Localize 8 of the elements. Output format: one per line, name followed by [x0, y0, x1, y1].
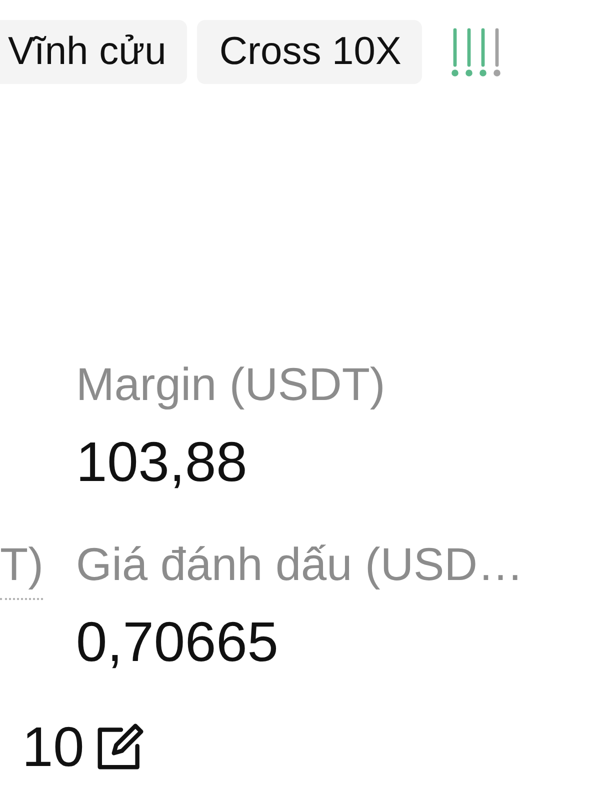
- stat-label: Giá đánh dấu (USD…: [76, 537, 524, 592]
- tag-chip[interactable]: Cross 10X: [197, 20, 422, 84]
- stat-value: 10: [22, 715, 84, 779]
- stat-value: 0,70665: [76, 610, 278, 674]
- stat-value: 103,88: [76, 430, 248, 494]
- tag-chip[interactable]: Vĩnh cửu: [0, 20, 188, 84]
- stat-label: Margin (USDT): [76, 357, 386, 412]
- level-indicator-icon: [451, 27, 502, 77]
